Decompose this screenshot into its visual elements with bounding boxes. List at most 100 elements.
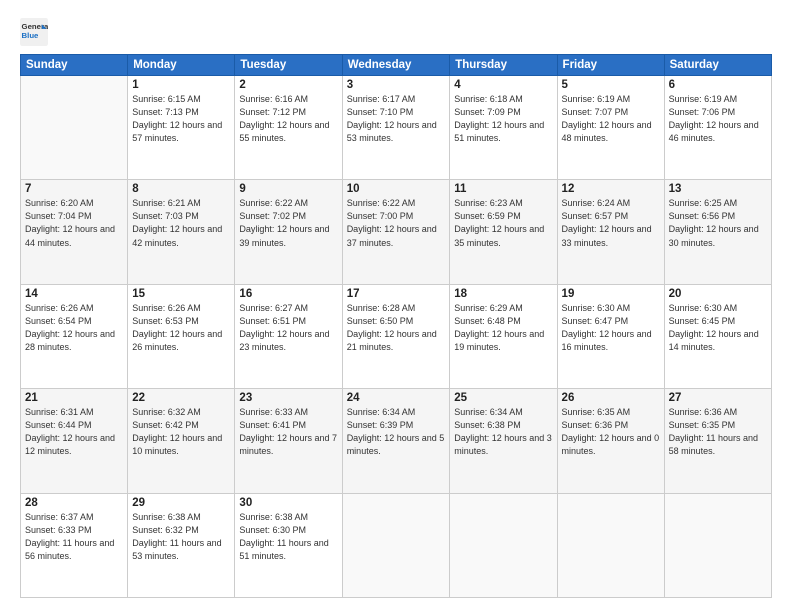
calendar-cell: 11Sunrise: 6:23 AM Sunset: 6:59 PM Dayli… [450, 180, 557, 284]
col-header-sunday: Sunday [21, 55, 128, 76]
calendar-row: 1 Sunrise: 6:15 AM Sunset: 7:13 PM Daylig… [21, 76, 772, 180]
calendar-cell: 26Sunrise: 6:35 AM Sunset: 6:36 PM Dayli… [557, 389, 664, 493]
cell-content: Sunrise: 6:27 AM Sunset: 6:51 PM Dayligh… [239, 302, 337, 354]
day-number: 29 [132, 497, 230, 509]
day-number: 3 [347, 79, 446, 91]
cell-content: Sunrise: 6:19 AM Sunset: 7:07 PM Dayligh… [562, 93, 660, 145]
calendar-row: 21Sunrise: 6:31 AM Sunset: 6:44 PM Dayli… [21, 389, 772, 493]
day-number: 19 [562, 288, 660, 300]
cell-content: Sunrise: 6:38 AM Sunset: 6:32 PM Dayligh… [132, 511, 230, 563]
cell-content: Sunrise: 6:18 AM Sunset: 7:09 PM Dayligh… [454, 93, 552, 145]
calendar-cell: 30 Sunrise: 6:38 AM Sunset: 6:30 PM Dayli… [235, 493, 342, 597]
day-number: 14 [25, 288, 123, 300]
calendar-row: 14 Sunrise: 6:26 AM Sunset: 6:54 PM Dayli… [21, 284, 772, 388]
calendar-cell: 2 Sunrise: 6:16 AM Sunset: 7:12 PM Daylig… [235, 76, 342, 180]
calendar-cell: 17 Sunrise: 6:28 AM Sunset: 6:50 PM Dayli… [342, 284, 450, 388]
col-header-saturday: Saturday [664, 55, 771, 76]
col-header-monday: Monday [128, 55, 235, 76]
day-number: 24 [347, 392, 446, 404]
day-number: 13 [669, 183, 767, 195]
col-header-wednesday: Wednesday [342, 55, 450, 76]
day-number: 16 [239, 288, 337, 300]
calendar-cell: 8 Sunrise: 6:21 AM Sunset: 7:03 PM Daylig… [128, 180, 235, 284]
day-number: 26 [562, 392, 660, 404]
calendar-row: 28 Sunrise: 6:37 AM Sunset: 6:33 PM Dayli… [21, 493, 772, 597]
cell-content: Sunrise: 6:38 AM Sunset: 6:30 PM Dayligh… [239, 511, 337, 563]
day-number: 25 [454, 392, 552, 404]
calendar-cell: 14 Sunrise: 6:26 AM Sunset: 6:54 PM Dayli… [21, 284, 128, 388]
calendar-table: SundayMondayTuesdayWednesdayThursdayFrid… [20, 54, 772, 598]
calendar-cell: 9 Sunrise: 6:22 AM Sunset: 7:02 PM Daylig… [235, 180, 342, 284]
day-number: 7 [25, 183, 123, 195]
day-number: 30 [239, 497, 337, 509]
cell-content: Sunrise: 6:34 AM Sunset: 6:38 PM Dayligh… [454, 406, 552, 458]
calendar-cell: 16 Sunrise: 6:27 AM Sunset: 6:51 PM Dayli… [235, 284, 342, 388]
day-number: 8 [132, 183, 230, 195]
page: General Blue SundayMondayTuesdayWednesda… [0, 0, 792, 612]
cell-content: Sunrise: 6:37 AM Sunset: 6:33 PM Dayligh… [25, 511, 123, 563]
day-number: 28 [25, 497, 123, 509]
cell-content: Sunrise: 6:19 AM Sunset: 7:06 PM Dayligh… [669, 93, 767, 145]
calendar-cell [342, 493, 450, 597]
calendar-cell: 10Sunrise: 6:22 AM Sunset: 7:00 PM Dayli… [342, 180, 450, 284]
calendar-cell [664, 493, 771, 597]
cell-content: Sunrise: 6:16 AM Sunset: 7:12 PM Dayligh… [239, 93, 337, 145]
day-number: 6 [669, 79, 767, 91]
day-number: 17 [347, 288, 446, 300]
day-number: 2 [239, 79, 337, 91]
calendar-cell: 4 Sunrise: 6:18 AM Sunset: 7:09 PM Daylig… [450, 76, 557, 180]
logo-icon: General Blue [20, 18, 48, 46]
calendar-cell [450, 493, 557, 597]
cell-content: Sunrise: 6:17 AM Sunset: 7:10 PM Dayligh… [347, 93, 446, 145]
svg-text:General: General [22, 22, 48, 31]
calendar-cell: 3 Sunrise: 6:17 AM Sunset: 7:10 PM Daylig… [342, 76, 450, 180]
day-number: 11 [454, 183, 552, 195]
day-number: 20 [669, 288, 767, 300]
day-number: 18 [454, 288, 552, 300]
cell-content: Sunrise: 6:28 AM Sunset: 6:50 PM Dayligh… [347, 302, 446, 354]
cell-content: Sunrise: 6:22 AM Sunset: 7:02 PM Dayligh… [239, 197, 337, 249]
day-number: 4 [454, 79, 552, 91]
calendar-cell: 18 Sunrise: 6:29 AM Sunset: 6:48 PM Dayli… [450, 284, 557, 388]
logo: General Blue [20, 18, 52, 46]
cell-content: Sunrise: 6:20 AM Sunset: 7:04 PM Dayligh… [25, 197, 123, 249]
calendar-cell: 25 Sunrise: 6:34 AM Sunset: 6:38 PM Dayli… [450, 389, 557, 493]
header: General Blue [20, 18, 772, 46]
calendar-cell: 15Sunrise: 6:26 AM Sunset: 6:53 PM Dayli… [128, 284, 235, 388]
day-number: 9 [239, 183, 337, 195]
calendar-cell: 13 Sunrise: 6:25 AM Sunset: 6:56 PM Dayli… [664, 180, 771, 284]
calendar-cell: 27Sunrise: 6:36 AM Sunset: 6:35 PM Dayli… [664, 389, 771, 493]
cell-content: Sunrise: 6:25 AM Sunset: 6:56 PM Dayligh… [669, 197, 767, 249]
calendar-cell: 5Sunrise: 6:19 AM Sunset: 7:07 PM Daylig… [557, 76, 664, 180]
calendar-cell: 28 Sunrise: 6:37 AM Sunset: 6:33 PM Dayli… [21, 493, 128, 597]
calendar-cell: 19 Sunrise: 6:30 AM Sunset: 6:47 PM Dayli… [557, 284, 664, 388]
cell-content: Sunrise: 6:30 AM Sunset: 6:47 PM Dayligh… [562, 302, 660, 354]
cell-content: Sunrise: 6:15 AM Sunset: 7:13 PM Dayligh… [132, 93, 230, 145]
day-number: 1 [132, 79, 230, 91]
cell-content: Sunrise: 6:24 AM Sunset: 6:57 PM Dayligh… [562, 197, 660, 249]
calendar-header-row: SundayMondayTuesdayWednesdayThursdayFrid… [21, 55, 772, 76]
calendar-cell: 23Sunrise: 6:33 AM Sunset: 6:41 PM Dayli… [235, 389, 342, 493]
calendar-cell: 20 Sunrise: 6:30 AM Sunset: 6:45 PM Dayli… [664, 284, 771, 388]
cell-content: Sunrise: 6:30 AM Sunset: 6:45 PM Dayligh… [669, 302, 767, 354]
cell-content: Sunrise: 6:32 AM Sunset: 6:42 PM Dayligh… [132, 406, 230, 458]
cell-content: Sunrise: 6:26 AM Sunset: 6:54 PM Dayligh… [25, 302, 123, 354]
calendar-cell [21, 76, 128, 180]
calendar-cell: 29 Sunrise: 6:38 AM Sunset: 6:32 PM Dayli… [128, 493, 235, 597]
calendar-cell: 24 Sunrise: 6:34 AM Sunset: 6:39 PM Dayli… [342, 389, 450, 493]
col-header-friday: Friday [557, 55, 664, 76]
calendar-cell [557, 493, 664, 597]
cell-content: Sunrise: 6:22 AM Sunset: 7:00 PM Dayligh… [347, 197, 446, 249]
day-number: 22 [132, 392, 230, 404]
day-number: 23 [239, 392, 337, 404]
calendar-cell: 6 Sunrise: 6:19 AM Sunset: 7:06 PM Daylig… [664, 76, 771, 180]
calendar-cell: 1 Sunrise: 6:15 AM Sunset: 7:13 PM Daylig… [128, 76, 235, 180]
day-number: 27 [669, 392, 767, 404]
cell-content: Sunrise: 6:29 AM Sunset: 6:48 PM Dayligh… [454, 302, 552, 354]
cell-content: Sunrise: 6:21 AM Sunset: 7:03 PM Dayligh… [132, 197, 230, 249]
cell-content: Sunrise: 6:34 AM Sunset: 6:39 PM Dayligh… [347, 406, 446, 458]
day-number: 15 [132, 288, 230, 300]
col-header-tuesday: Tuesday [235, 55, 342, 76]
cell-content: Sunrise: 6:31 AM Sunset: 6:44 PM Dayligh… [25, 406, 123, 458]
calendar-cell: 22 Sunrise: 6:32 AM Sunset: 6:42 PM Dayli… [128, 389, 235, 493]
